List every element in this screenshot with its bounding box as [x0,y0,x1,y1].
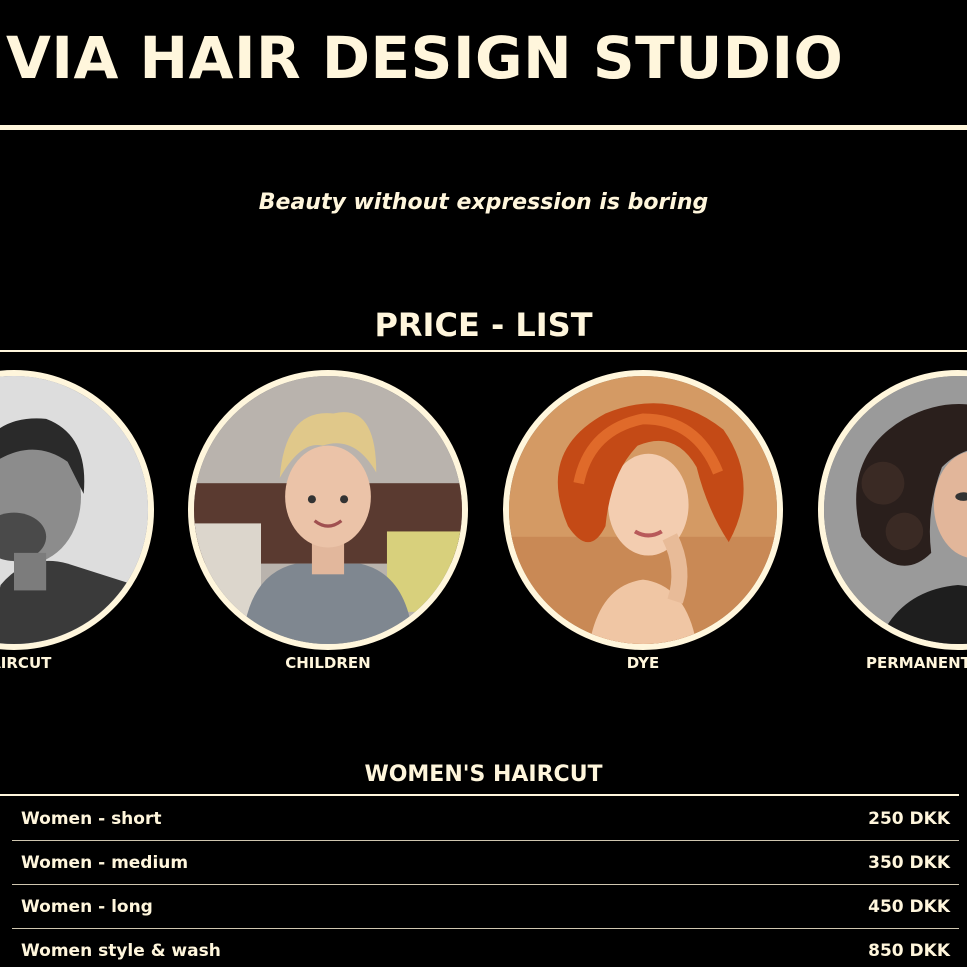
service-name: Women - long [21,897,153,917]
page: VIA HAIR DESIGN STUDIO Beauty without ex… [0,0,967,967]
service-name: Women - short [21,809,162,829]
red-hair-dye-photo[interactable] [503,370,783,650]
category-dye[interactable]: DYE [503,368,783,678]
service-price: 250 DKK [868,809,950,829]
table-divider [0,794,959,796]
header-divider [0,125,967,130]
womens-haircut-price-table: Women - short 250 DKK Women - medium 350… [12,797,959,967]
womens-haircut-title: WOMEN'S HAIRCUT [364,762,603,787]
table-row: Women - short 250 DKK [12,797,959,841]
category-children[interactable]: CHILDREN [188,368,468,678]
man-haircut-photo[interactable] [0,370,154,650]
service-name: Women - medium [21,853,189,873]
price-list-divider [0,350,967,352]
service-price: 450 DKK [868,897,950,917]
service-name: Women style & wash [21,941,221,961]
service-price: 350 DKK [868,853,950,873]
curly-permanent-photo[interactable] [818,370,967,650]
category-label: CHILDREN [285,654,371,672]
price-list-title: PRICE - LIST [374,306,593,344]
child-haircut-photo[interactable] [188,370,468,650]
site-title: VIA HAIR DESIGN STUDIO [6,24,844,92]
category-label: DYE [626,654,660,672]
table-row: Women - medium 350 DKK [12,841,959,885]
category-haircut[interactable]: HAIRCUT [0,368,154,678]
category-label: PERMANENT [866,654,967,672]
tagline: Beauty without expression is boring [258,190,709,215]
category-label: HAIRCUT [0,654,52,672]
service-price: 850 DKK [868,941,950,961]
category-carousel: HAIRCUT CHILDREN [0,368,967,678]
category-permanent[interactable]: PERMANENT [818,368,967,678]
table-row: Women - long 450 DKK [12,885,959,929]
table-row: Women style & wash 850 DKK [12,929,959,967]
